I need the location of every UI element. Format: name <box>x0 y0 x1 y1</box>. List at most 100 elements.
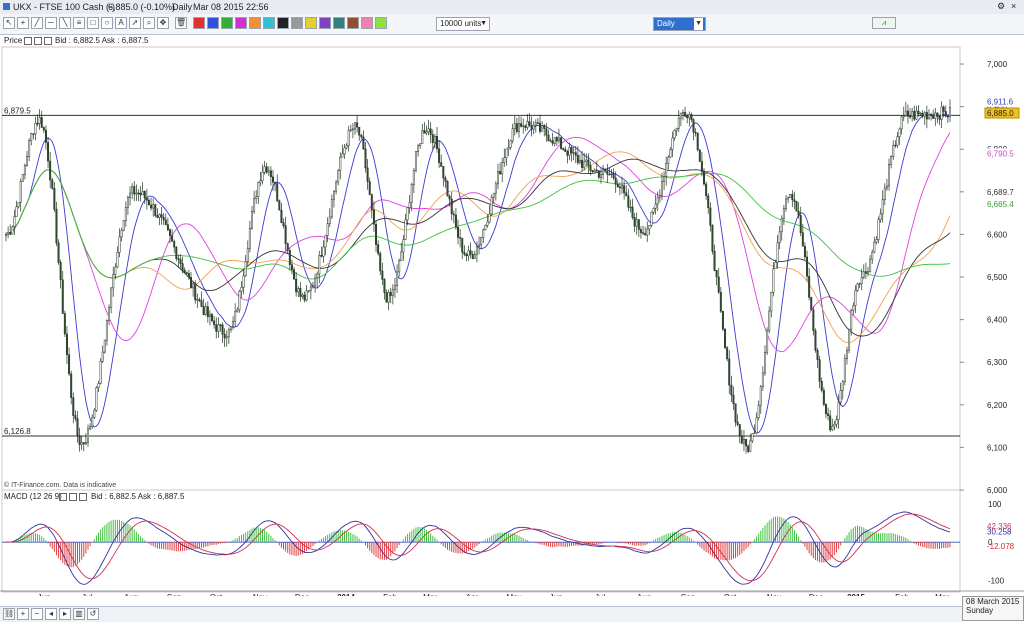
candle-body <box>339 156 342 171</box>
x-axis-label: Jul <box>595 593 605 596</box>
candle-body <box>923 112 926 117</box>
x-axis-label: Jun <box>550 593 563 596</box>
candle-body <box>492 192 495 198</box>
chart-type-icon[interactable]: ▥ <box>73 608 85 620</box>
candle-body <box>200 300 203 307</box>
zoom-out-icon[interactable]: − <box>31 608 43 620</box>
candle-body <box>677 117 680 129</box>
candle-body <box>520 123 523 127</box>
candle-body <box>101 351 104 362</box>
scroll-left-icon[interactable]: ◂ <box>45 608 57 620</box>
scroll-right-icon[interactable]: ▸ <box>59 608 71 620</box>
candle-body <box>482 229 485 238</box>
candle-body <box>944 111 947 117</box>
candle-body <box>286 243 289 251</box>
candle-body <box>387 291 390 303</box>
candle-body <box>269 170 272 178</box>
candle-body <box>82 442 85 445</box>
candle-body <box>673 129 676 139</box>
candle-body <box>509 140 512 148</box>
candle-body <box>505 148 508 159</box>
candle-body <box>949 107 951 117</box>
candle-body <box>799 215 802 233</box>
candle-body <box>827 413 830 417</box>
candle-body <box>656 196 659 205</box>
candle-body <box>91 417 94 427</box>
candle-body <box>248 227 251 249</box>
candle-body <box>909 115 912 118</box>
candle-body <box>299 288 302 297</box>
candle-body <box>524 125 527 128</box>
candle-body <box>940 106 943 120</box>
candle-body <box>459 237 462 239</box>
x-axis-label: May <box>506 593 521 596</box>
candle-body <box>295 278 298 293</box>
candle-body <box>129 192 132 198</box>
candle-body <box>208 314 211 317</box>
candle-body <box>360 134 363 138</box>
candle-body <box>692 119 695 133</box>
x-axis-label: 2015 <box>847 593 865 596</box>
macd-maximize-icon[interactable] <box>69 492 77 501</box>
candle-body <box>99 361 102 384</box>
macd-edit-icon[interactable] <box>59 492 67 501</box>
candle-body <box>854 290 857 306</box>
candle-body <box>68 354 71 375</box>
candle-body <box>778 231 781 244</box>
candle-body <box>932 114 935 119</box>
candle-body <box>385 292 388 303</box>
candle-body <box>780 218 783 233</box>
candle-body <box>124 207 127 221</box>
candle-body <box>105 320 108 341</box>
candle-body <box>450 198 453 215</box>
candle-body <box>347 130 350 146</box>
candle-body <box>404 219 407 240</box>
candle-body <box>785 198 787 209</box>
reset-view-icon[interactable]: ↺ <box>87 608 99 620</box>
candle-body <box>562 148 565 150</box>
candle-body <box>503 157 506 163</box>
candle-body <box>185 272 188 274</box>
candle-body <box>152 204 155 209</box>
candle-body <box>490 197 493 215</box>
link-chart-icon[interactable]: ⛓ <box>3 608 15 620</box>
candle-body <box>398 260 401 273</box>
candle-body <box>499 171 502 175</box>
candle-body <box>412 169 415 185</box>
x-axis-label: Dec <box>295 593 309 596</box>
macd-close-icon[interactable] <box>79 492 87 501</box>
candle-body <box>553 137 556 144</box>
candle-body <box>372 209 375 225</box>
candle-body <box>507 147 510 150</box>
candle-body <box>728 358 731 386</box>
zoom-in-icon[interactable]: + <box>17 608 29 620</box>
candle-body <box>204 306 207 315</box>
candle-body <box>173 241 176 248</box>
candle-body <box>276 183 279 201</box>
candle-body <box>59 262 62 281</box>
candle-body <box>539 122 542 132</box>
candle-body <box>675 128 678 131</box>
candle-body <box>894 144 897 147</box>
candle-body <box>93 410 96 418</box>
candle-body <box>564 149 567 152</box>
macd-label-hist: -12.078 <box>987 542 1015 551</box>
candle-body <box>293 269 296 280</box>
candle-body <box>764 351 766 374</box>
macd-line <box>5 511 951 585</box>
x-axis-label: 2014 <box>337 593 355 596</box>
candle-body <box>351 128 354 131</box>
candle-body <box>467 250 470 257</box>
candle-body <box>942 106 945 112</box>
candle-body <box>74 415 77 419</box>
candle-body <box>234 311 237 322</box>
candle-body <box>623 185 626 194</box>
candle-body <box>341 153 344 158</box>
candle-body <box>26 156 29 166</box>
candle-body <box>906 110 909 117</box>
candle-body <box>841 381 844 391</box>
candle-body <box>642 232 645 234</box>
price-chart[interactable]: 7,0006,9006,8006,7006,6006,5006,4006,300… <box>0 0 1024 596</box>
candle-body <box>814 330 817 351</box>
candle-body <box>284 225 287 244</box>
